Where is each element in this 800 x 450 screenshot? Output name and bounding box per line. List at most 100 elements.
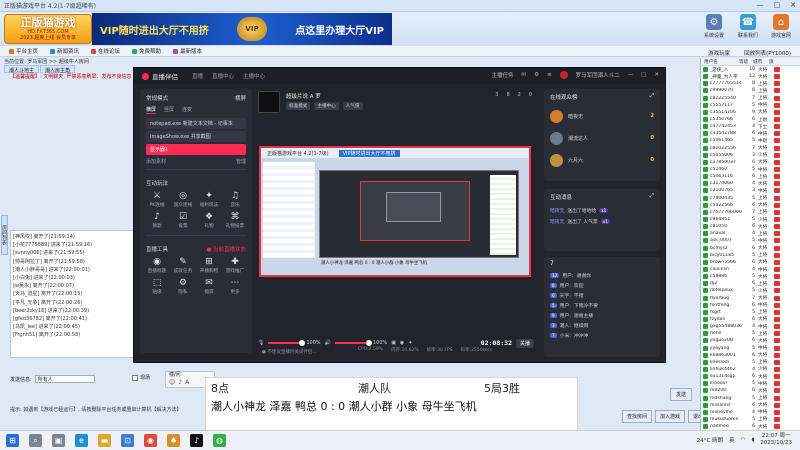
official-site-button[interactable]: ⌂ 游戏官网 (768, 14, 794, 39)
player-row[interactable]: lnnoovr 5 中将 (701, 380, 800, 387)
interact-item[interactable]: ♫ 音乐 (222, 191, 248, 208)
expand-icon[interactable]: ⤢ (650, 93, 654, 101)
anchor-task-link[interactable]: 主播任务 (492, 71, 514, 79)
anchor-avatar[interactable] (258, 91, 280, 113)
minimize-button[interactable]: — (757, 1, 764, 9)
player-row[interactable]: _游侠_人 10 大将 (701, 66, 800, 73)
tool-item[interactable]: ⋯ 更多 (222, 278, 248, 295)
player-row[interactable]: c82225540 7 上将 (701, 95, 800, 102)
contact-us-button[interactable]: ☎ 联系我们 (735, 14, 761, 39)
speaker-icon[interactable]: ♪ (178, 379, 182, 386)
mode-tab-link[interactable]: 连麦 (182, 106, 192, 114)
browser-icon[interactable]: ◉ (144, 434, 157, 447)
interact-item[interactable]: ✦ 福利玩法 (196, 191, 222, 208)
speaker-icon[interactable]: 🔊 (325, 340, 331, 346)
platform-logo[interactable]: 正版猫游戏 HD.FXT365.COM 2023 超爽上线 会员专享 (4, 14, 92, 44)
player-row[interactable]: bicy01185 5 上将 (701, 252, 800, 259)
speaker-volume-knob[interactable] (365, 340, 372, 346)
player-row[interactable]: mislanns 6 大将 (701, 402, 800, 409)
volume-icon[interactable]: ◖ (751, 437, 754, 443)
tab-forum[interactable]: 在线论坛 (86, 45, 125, 57)
expand-icon[interactable]: ⤢ (650, 193, 654, 201)
maximize-button[interactable]: □ (774, 1, 781, 9)
player-row[interactable]: jiyoyang 5 中将 (701, 344, 800, 351)
player-row[interactable]: c5063116 6 上将 (701, 173, 800, 180)
tool-item[interactable]: ✚ 游戏推广 (222, 257, 248, 274)
chip-mode[interactable]: 标准模式 (286, 102, 311, 110)
search-icon[interactable]: ⌕ (29, 434, 42, 447)
mic-volume-slider[interactable] (268, 340, 306, 346)
tab-anchor-center[interactable]: 主播中心 (243, 72, 265, 80)
manage-source-button[interactable]: 管理 (236, 158, 246, 165)
player-row[interactable]: anaval 4 上将 (701, 230, 800, 237)
player-row[interactable]: flyerbug 7 大将 (701, 295, 800, 302)
effects-icon[interactable]: ✦ (408, 340, 412, 346)
player-row[interactable]: liu1314sgp 6 大将 (701, 373, 800, 380)
speaker-volume-slider[interactable] (334, 340, 372, 346)
ime-indicator[interactable]: 英 (729, 436, 735, 444)
close-button[interactable]: ✕ (790, 1, 796, 9)
chip-popularity[interactable]: 人气值 (342, 102, 363, 110)
player-row[interactable]: c5350766 6 上尉 (701, 116, 800, 123)
say-target-select[interactable]: 所有人 (34, 375, 95, 383)
vip-ad-banner[interactable]: VIP随时进出大厅不用挤 VIP 点这里办理大厅VIP (92, 13, 392, 45)
orientation-toggle[interactable]: 横屏 (235, 94, 246, 102)
tab-home[interactable]: 平台主页 (4, 45, 43, 57)
player-row[interactable]: c5022566 6 大将 (701, 202, 800, 209)
stream-icon[interactable]: ♪ (190, 434, 203, 447)
player-row[interactable]: caixinlin 4 中将 (701, 266, 800, 273)
player-row[interactable]: c5061465 5 中尉 (701, 137, 800, 144)
interact-item[interactable]: ❖ 礼物 (196, 212, 222, 229)
windows-icon[interactable]: ⊞ (6, 434, 19, 447)
player-row[interactable]: dj2 6 上将 (701, 280, 800, 287)
player-row[interactable]: c33542788 6 中将 (701, 130, 800, 137)
store-icon[interactable]: ⊡ (121, 434, 134, 447)
player-row[interactable]: c81050 6 大将 (701, 223, 800, 230)
source-item[interactable]: notepad.exe 新建文本文档 - 记事本 (146, 118, 246, 129)
game-icon[interactable]: ♠ (167, 434, 180, 447)
player-row[interactable]: c51460 5 中将 (701, 166, 800, 173)
chip-center[interactable]: 主播中心 (314, 102, 339, 110)
player-row[interactable]: c5557117 5 中将 (701, 102, 800, 109)
scene-checkbox[interactable]: 现场 (132, 374, 150, 381)
player-row[interactable]: c5055006 3 少将 (701, 152, 800, 159)
end-live-button[interactable]: 关播 (515, 338, 534, 348)
clock[interactable]: 22:07 周一 2023/10/23 (760, 433, 792, 447)
interact-item[interactable]: ◎ 观众连线 (170, 191, 196, 208)
player-row[interactable]: kk8863001 6 大将 (701, 352, 800, 359)
player-row[interactable]: dofelpeux 5 少将 (701, 287, 800, 294)
audience-row[interactable]: 潮流达人 0 (544, 127, 660, 149)
record-icon[interactable]: ◉ (400, 340, 404, 346)
stream-preview[interactable]: 正版猫游戏平台 4.2(1-7级) VIP随时进出大厅不用挤 潮人小神龙 泽嘉 … (259, 146, 531, 277)
camera-icon[interactable]: ▣ (391, 340, 396, 346)
settings-icon[interactable]: ⚙ (534, 72, 539, 78)
chat-log[interactable]: [神风吹] 离开了(21:59:14) [小花7775889] 进来了(21:59… (10, 230, 135, 358)
player-row[interactable]: c964851 5 少将 (701, 216, 800, 223)
player-row[interactable]: c9990070 6 上将 (701, 87, 800, 94)
chat-icon[interactable]: ◍ (213, 434, 226, 447)
interact-item[interactable]: ⌘ 礼物投票 (222, 212, 248, 229)
interact-item[interactable]: ☑ 投票 (170, 212, 196, 229)
player-row[interactable]: moneylhe 4 中将 (701, 409, 800, 416)
player-list[interactable]: 用户名 等级 城市 旗 _游侠_人 10 大将 _神童_为人平 12 大将 c7777765… (700, 58, 800, 438)
tab-live[interactable]: 直播 (192, 72, 203, 80)
room-list-side-tab[interactable]: 房间列表 (1, 215, 8, 255)
player-row[interactable]: c82022556 7 大将 (701, 145, 800, 152)
weather-text[interactable]: 24°C 晴朗 (697, 436, 723, 444)
find-room-button[interactable]: 查找房间 (622, 410, 653, 423)
avatar[interactable] (559, 71, 568, 79)
room-tab-2[interactable]: 潮人房主角 (40, 65, 76, 74)
wifi-icon[interactable]: ◠ (741, 437, 746, 443)
player-row[interactable]: lineslodi 5 上将 (701, 359, 800, 366)
player-row[interactable]: fzydan 6 大将 (701, 316, 800, 323)
interact-item[interactable]: ♪ 猜歌 (144, 212, 170, 229)
mic-icon[interactable]: 🎙 (258, 340, 264, 346)
player-row[interactable]: mdshang 5 上将 (701, 394, 800, 401)
interact-item[interactable]: ⚔ PK连线 (144, 191, 170, 208)
player-row[interactable]: brown5566 6 大将 (701, 259, 800, 266)
player-row[interactable]: c58886 5 大将 (701, 273, 800, 280)
player-row[interactable]: linhuk4462 4 少将 (701, 366, 800, 373)
emoji-icon[interactable]: ☺ (169, 379, 175, 386)
close-icon[interactable]: ✕ (654, 72, 659, 78)
send-button[interactable]: 发送 (670, 388, 693, 401)
